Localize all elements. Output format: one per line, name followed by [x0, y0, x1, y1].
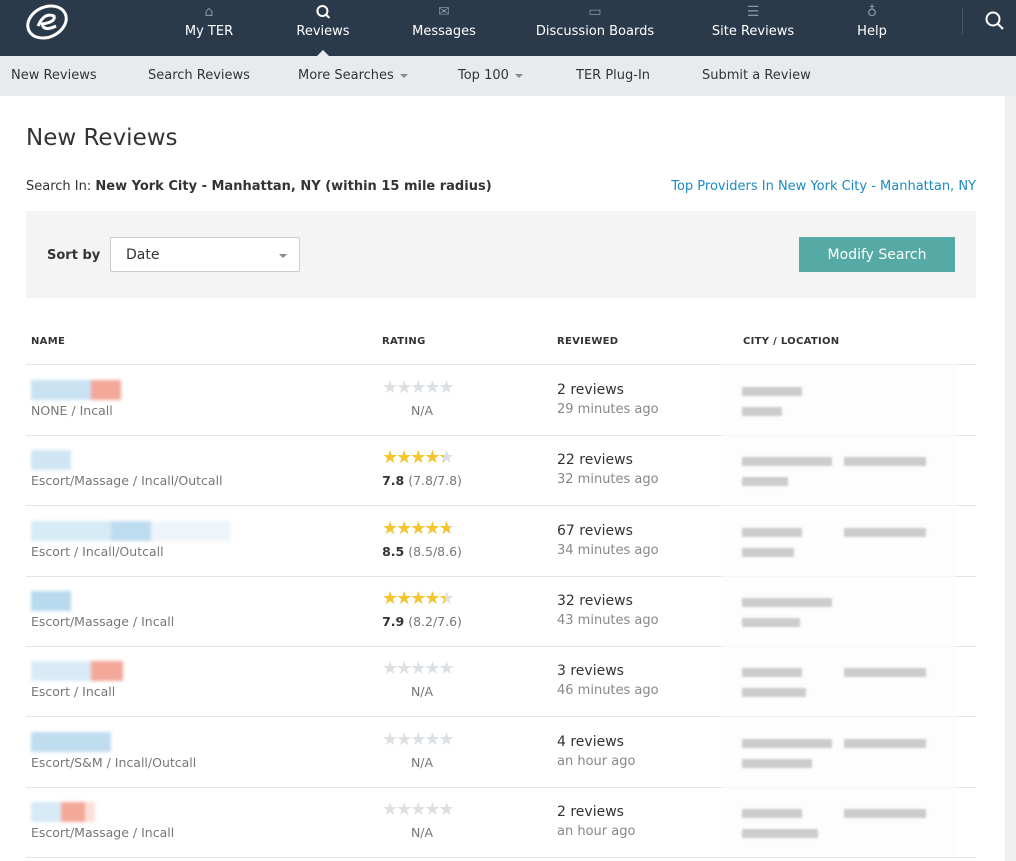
provider-name-redacted[interactable]: [31, 801, 95, 824]
envelope-icon: ✉: [438, 4, 450, 20]
nav-help[interactable]: ♁ Help: [857, 0, 887, 56]
review-time: an hour ago: [557, 823, 636, 839]
star-rating: ★★★★★★★★★★: [382, 658, 455, 680]
rating-value: N/A: [410, 684, 434, 700]
rating-value: 8.5 (8.5/8.6): [382, 543, 462, 559]
review-time: 32 minutes ago: [557, 472, 659, 488]
sort-select[interactable]: Date: [110, 237, 300, 272]
rating-value: 7.9 (8.2/7.6): [382, 613, 462, 629]
review-count-link[interactable]: 22 reviews: [557, 452, 633, 468]
provider-name-redacted[interactable]: [31, 450, 71, 472]
location-redacted: [722, 646, 956, 717]
top-providers-link[interactable]: Top Providers In New York City - Manhatt…: [671, 179, 976, 194]
dropdown-caret-icon: [514, 73, 523, 78]
provider-name-redacted[interactable]: [31, 380, 121, 402]
nav-reviews[interactable]: Reviews: [296, 0, 350, 56]
provider-type: NONE / Incall: [31, 403, 113, 418]
review-count-link[interactable]: 32 reviews: [557, 593, 633, 609]
filter-panel: Sort by Date Modify Search: [26, 211, 976, 298]
subnav-top-100[interactable]: Top 100: [458, 68, 523, 83]
nav-site-reviews[interactable]: ☰ Site Reviews: [712, 0, 794, 56]
table-row[interactable]: Escort / Incall/Outcall ★★★★★ ★★★★★ 8.5 (…: [26, 505, 976, 576]
review-time: 46 minutes ago: [557, 683, 659, 699]
rating-value: N/A: [410, 754, 434, 770]
provider-type: Escort/Massage / Incall: [31, 613, 175, 629]
chevron-down-icon: [279, 254, 287, 258]
lightbulb-icon: ♁: [866, 4, 878, 20]
provider-name-redacted[interactable]: [31, 731, 111, 754]
provider-name-redacted[interactable]: [31, 661, 123, 683]
header-reviewed[interactable]: REVIEWED: [557, 336, 618, 347]
location-redacted: [722, 575, 956, 646]
header-city[interactable]: CITY / LOCATION: [743, 336, 839, 347]
sort-label: Sort by: [47, 248, 101, 263]
review-time: an hour ago: [557, 753, 636, 769]
location-redacted: [722, 786, 956, 857]
top-navbar: ⌂ My TER Reviews ✉ Messages ▭ Discussion Bo…: [0, 0, 1016, 56]
table-row[interactable]: Escort/Massage / Incall ★★★★★★★★★★ 7.9 (…: [26, 575, 976, 646]
star-rating: ★★★★★★★★★★: [382, 728, 455, 750]
review-count-link[interactable]: 4 reviews: [557, 734, 624, 750]
provider-type: Escort / Incall/Outcall: [31, 543, 164, 559]
location-redacted: [722, 365, 956, 435]
review-time: 29 minutes ago: [557, 402, 659, 417]
provider-type: Escort/Massage / Incall: [31, 824, 175, 840]
document-icon: ☰: [746, 4, 760, 20]
header-rating[interactable]: RATING: [382, 336, 426, 347]
review-count-link[interactable]: 3 reviews: [557, 663, 624, 679]
location-redacted: [722, 435, 956, 506]
subnav-search-reviews[interactable]: Search Reviews: [148, 68, 250, 83]
subnav-new-reviews[interactable]: New Reviews: [11, 68, 97, 83]
search-icon: [296, 0, 349, 24]
nav-discussion-boards[interactable]: ▭ Discussion Boards: [536, 0, 654, 56]
star-rating: ★★★★★★★★★★: [382, 377, 455, 398]
provider-name-redacted[interactable]: [31, 520, 231, 543]
modify-search-button[interactable]: Modify Search: [799, 237, 955, 272]
review-time: 43 minutes ago: [557, 612, 659, 628]
scrollbar[interactable]: [1005, 96, 1016, 861]
search-location: Search In: New York City - Manhattan, NY…: [26, 179, 492, 194]
review-count-link[interactable]: 2 reviews: [557, 382, 624, 398]
divider: [26, 856, 976, 858]
star-rating: ★★★★★★★★★★: [382, 798, 455, 820]
rating-value: 7.8 (7.8/7.8): [382, 473, 462, 489]
review-count-link[interactable]: 2 reviews: [557, 804, 624, 820]
review-time: 34 minutes ago: [557, 542, 659, 558]
nav-messages[interactable]: ✉ Messages: [412, 0, 476, 56]
provider-type: Escort/Massage / Incall/Outcall: [31, 473, 223, 489]
table-row[interactable]: Escort/Massage / Incall ★★★★★★★★★★ N/A 2…: [26, 786, 976, 857]
star-rating: ★★★★★★★★★★: [382, 517, 455, 539]
divider: [962, 8, 963, 34]
table-row[interactable]: Escort/S&M / Incall/Outcall ★★★★★★★★★★ N…: [26, 716, 976, 787]
location-redacted: [722, 505, 956, 576]
sub-navbar: New Reviews Search Reviews More Searches…: [0, 56, 1016, 96]
home-icon: ⌂: [204, 4, 214, 20]
star-rating: ★★★★★★★★★★: [382, 447, 455, 469]
review-count-link[interactable]: 67 reviews: [557, 523, 633, 539]
nav-my-ter[interactable]: ⌂ My TER: [185, 0, 233, 56]
location-redacted: [722, 716, 956, 787]
header-name[interactable]: NAME: [31, 336, 65, 347]
global-search-icon[interactable]: [984, 10, 1006, 32]
page-title: New Reviews: [26, 125, 178, 151]
star-rating: ★★★★★★★★★★: [382, 587, 455, 609]
table-row[interactable]: Escort / Incall ★★★★★★★★★★ N/A 3 reviews…: [26, 646, 976, 717]
table-row[interactable]: Escort/Massage / Incall/Outcall ★★★★★ ★★★…: [26, 435, 976, 506]
provider-type: Escort/S&M / Incall/Outcall: [31, 754, 197, 770]
rating-value: N/A: [410, 403, 434, 418]
subnav-submit-review[interactable]: Submit a Review: [702, 68, 811, 83]
speech-bubble-icon: ▭: [588, 4, 602, 20]
dropdown-caret-icon: [399, 73, 408, 78]
subnav-more-searches[interactable]: More Searches: [298, 68, 408, 83]
rating-value: N/A: [410, 824, 434, 840]
provider-type: Escort / Incall: [31, 684, 116, 700]
main-content: New Reviews Search In: New York City - M…: [0, 96, 1005, 861]
subnav-ter-plugin[interactable]: TER Plug-In: [576, 68, 650, 83]
table-row[interactable]: NONE / Incall ★★★★★★★★★★ N/A 2 reviews 2…: [26, 365, 976, 435]
logo-icon[interactable]: [24, 4, 70, 40]
provider-name-redacted[interactable]: [31, 590, 71, 613]
